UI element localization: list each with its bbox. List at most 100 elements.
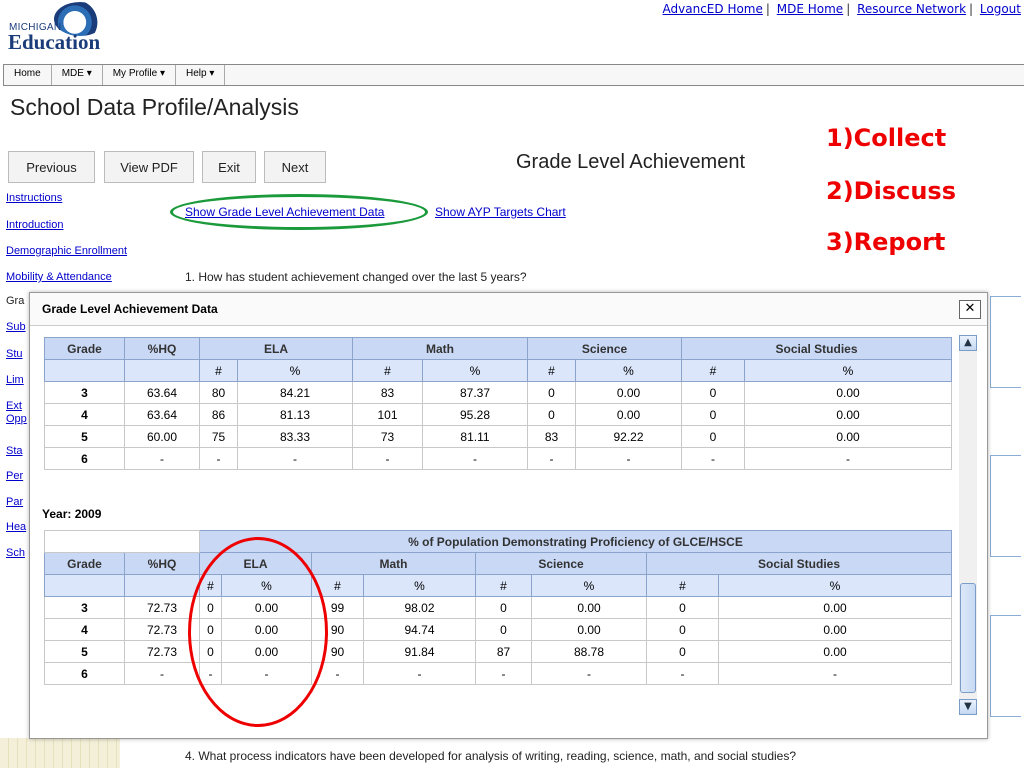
sidebar-item-mobility-attendance[interactable]: Mobility & Attendance xyxy=(6,271,112,283)
col-header-science: Science xyxy=(475,552,647,575)
empty-cell xyxy=(124,574,200,597)
data-cell: 0.00 xyxy=(575,381,682,404)
col-header-math: Math xyxy=(352,337,528,360)
data-cell: - xyxy=(237,447,353,470)
sub-count: # xyxy=(199,359,238,382)
show-ayp-targets-link[interactable]: Show AYP Targets Chart xyxy=(435,205,566,219)
achievement-table-1: Grade %HQ ELA Math Science Social Studie… xyxy=(44,337,952,470)
table-row: 5 72.73 0 0.00 90 91.84 87 88.78 0 0.00 xyxy=(44,640,952,663)
data-cell: - xyxy=(199,447,238,470)
question-4: 4. What process indicators have been dev… xyxy=(185,749,797,763)
data-cell: 60.00 xyxy=(124,425,200,448)
empty-cell xyxy=(44,574,125,597)
section-title: Grade Level Achievement xyxy=(516,151,746,173)
mde-home-link[interactable]: MDE Home xyxy=(777,2,843,16)
sidebar-item-sub[interactable]: Sub xyxy=(6,321,26,333)
previous-button[interactable]: Previous xyxy=(8,151,95,183)
grade-cell: 6 xyxy=(44,447,125,470)
data-cell: 73 xyxy=(352,425,423,448)
col-header-hq: %HQ xyxy=(124,337,200,360)
table-1-body: 3 63.64 80 84.21 83 87.37 0 0.00 0 0.00 4 63.64 86 81… xyxy=(44,381,952,470)
nav-home[interactable]: Home xyxy=(4,65,52,85)
red-highlight-ellipse xyxy=(188,537,328,727)
dialog-header: Grade Level Achievement Data ✕ xyxy=(30,293,987,326)
sidebar-item-instructions[interactable]: Instructions xyxy=(6,192,62,204)
close-icon[interactable]: ✕ xyxy=(959,300,981,319)
empty-cell xyxy=(44,359,125,382)
sidebar-item-par[interactable]: Par xyxy=(6,496,23,508)
data-cell: 88.78 xyxy=(531,640,647,663)
data-cell: 91.84 xyxy=(363,640,476,663)
sidebar-item-sch[interactable]: Sch xyxy=(6,547,25,559)
data-cell: - xyxy=(352,447,423,470)
year-label: Year: 2009 xyxy=(42,507,102,521)
sidebar-item-demographic-enrollment[interactable]: Demographic Enrollment xyxy=(6,245,127,257)
table-header-row: Grade %HQ ELA Math Science Social Studie… xyxy=(44,337,952,360)
table-super-header-row: % of Population Demonstrating Proficienc… xyxy=(44,530,952,553)
scroll-up-icon[interactable]: ▲ xyxy=(959,335,977,351)
sidebar-item-lim[interactable]: Lim xyxy=(6,374,24,386)
sidebar-item-hea[interactable]: Hea xyxy=(6,521,26,533)
nav-mde-menu[interactable]: MDE ▾ xyxy=(52,65,103,85)
michigan-education-logo: MICHIGAN Education xyxy=(6,2,116,54)
exit-button[interactable]: Exit xyxy=(202,151,256,183)
data-cell: 81.13 xyxy=(237,403,353,426)
data-cell: - xyxy=(718,662,952,685)
scroll-thumb[interactable] xyxy=(960,583,976,693)
data-cell: - xyxy=(363,662,476,685)
sub-percent: % xyxy=(531,574,647,597)
dialog-scrollbar[interactable]: ▲ ▼ xyxy=(959,335,977,715)
data-cell: 83 xyxy=(527,425,576,448)
data-cell: 0.00 xyxy=(718,618,952,641)
empty-cell xyxy=(124,359,200,382)
nav-my-profile-menu[interactable]: My Profile ▾ xyxy=(103,65,176,85)
sidebar-item-sta[interactable]: Sta xyxy=(6,445,23,457)
table-row: 4 63.64 86 81.13 101 95.28 0 0.00 0 0.00 xyxy=(44,403,952,426)
data-cell: - xyxy=(422,447,528,470)
sidebar-item-opp[interactable]: Opp xyxy=(6,413,27,425)
resource-network-link[interactable]: Resource Network xyxy=(857,2,966,16)
data-cell: 0 xyxy=(475,596,532,619)
achievement-table-2: % of Population Demonstrating Proficienc… xyxy=(44,530,952,685)
data-cell: 84.21 xyxy=(237,381,353,404)
proficiency-super-header: % of Population Demonstrating Proficienc… xyxy=(199,530,952,553)
next-button[interactable]: Next xyxy=(264,151,326,183)
data-cell: 94.74 xyxy=(363,618,476,641)
logout-link[interactable]: Logout xyxy=(980,2,1021,16)
data-cell: 75 xyxy=(199,425,238,448)
nav-help-menu[interactable]: Help ▾ xyxy=(176,65,226,85)
data-cell: 101 xyxy=(352,403,423,426)
sub-percent: % xyxy=(575,359,682,382)
step-collect: 1)Collect xyxy=(826,124,947,152)
sidebar-item-stu[interactable]: Stu xyxy=(6,348,23,360)
sidebar-item-ext[interactable]: Ext xyxy=(6,400,22,412)
data-cell: 98.02 xyxy=(363,596,476,619)
data-cell: 0.00 xyxy=(531,596,647,619)
sidebar-item-introduction[interactable]: Introduction xyxy=(6,219,63,231)
col-header-science: Science xyxy=(527,337,682,360)
table-row: 3 63.64 80 84.21 83 87.37 0 0.00 0 0.00 xyxy=(44,381,952,404)
data-cell: 0 xyxy=(646,640,719,663)
col-header-ela: ELA xyxy=(199,337,353,360)
grade-cell: 5 xyxy=(44,425,125,448)
data-cell: 0.00 xyxy=(744,381,952,404)
advanced-home-link[interactable]: AdvancED Home xyxy=(663,2,763,16)
view-pdf-button[interactable]: View PDF xyxy=(104,151,194,183)
data-cell: 0.00 xyxy=(744,425,952,448)
data-cell: 0 xyxy=(527,403,576,426)
page-title: School Data Profile/Analysis xyxy=(10,94,299,120)
data-cell: 0.00 xyxy=(718,596,952,619)
data-cell: 0 xyxy=(681,425,745,448)
data-cell: 0 xyxy=(527,381,576,404)
data-cell: 86 xyxy=(199,403,238,426)
main-navbar: Home MDE ▾ My Profile ▾ Help ▾ xyxy=(3,64,1024,86)
sidebar-item-per[interactable]: Per xyxy=(6,470,23,482)
question-1: 1. How has student achievement changed o… xyxy=(185,270,527,284)
table-header-row: Grade %HQ ELA Math Science Social Studie… xyxy=(44,552,952,575)
dialog-title: Grade Level Achievement Data xyxy=(42,302,218,316)
green-highlight-ellipse xyxy=(170,194,428,230)
data-cell: - xyxy=(681,447,745,470)
data-cell: 63.64 xyxy=(124,381,200,404)
data-cell: - xyxy=(527,447,576,470)
scroll-down-icon[interactable]: ▼ xyxy=(959,699,977,715)
